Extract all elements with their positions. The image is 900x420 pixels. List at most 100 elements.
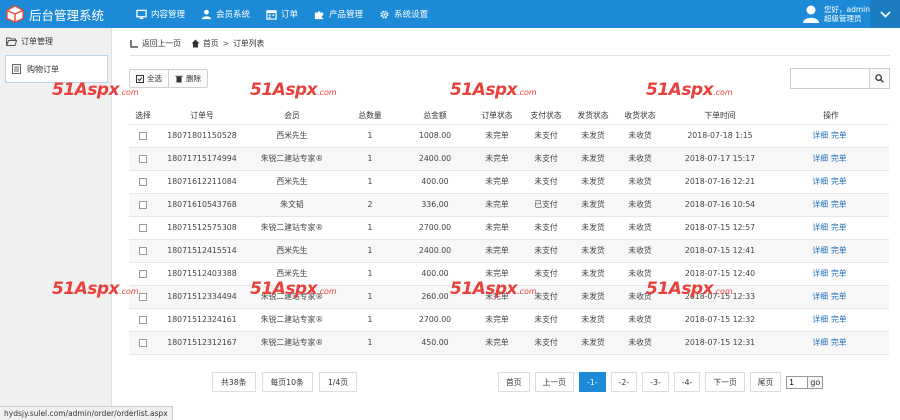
- ship-status: 未发货: [569, 285, 617, 309]
- menu-toggle-button[interactable]: [870, 0, 900, 28]
- detail-link[interactable]: 详细: [812, 131, 828, 140]
- detail-link[interactable]: 详细: [812, 292, 828, 301]
- search-input[interactable]: [790, 68, 870, 89]
- row-checkbox[interactable]: [139, 201, 147, 209]
- order-status: 未完单: [471, 262, 523, 286]
- back-link[interactable]: 返回上一页: [142, 38, 181, 49]
- row-actions: 详细 完单: [773, 239, 889, 263]
- nav-item-label: 会员系统: [216, 10, 251, 20]
- sidebar-item-shopping-orders[interactable]: 购物订单: [5, 55, 108, 83]
- detail-link[interactable]: 详细: [812, 177, 828, 186]
- row-checkbox[interactable]: [139, 247, 147, 255]
- pay-status: 未支付: [523, 308, 569, 332]
- row-checkbox[interactable]: [139, 270, 147, 278]
- detail-link[interactable]: 详细: [812, 269, 828, 278]
- row-checkbox[interactable]: [139, 316, 147, 324]
- col-receive-status: 收货状态: [617, 107, 663, 125]
- breadcrumb-home[interactable]: 首页: [203, 38, 219, 49]
- row-checkbox[interactable]: [139, 155, 147, 163]
- brand[interactable]: 后台管理系统: [0, 0, 118, 28]
- sidebar-group-orders[interactable]: 订单管理: [0, 28, 111, 54]
- order-no: 18071512324161: [157, 308, 243, 332]
- nav-item-label: 订单: [281, 10, 299, 20]
- complete-link[interactable]: 完单: [831, 223, 847, 232]
- order-time: 2018-07-15 12:32: [663, 308, 773, 332]
- detail-link[interactable]: 详细: [812, 338, 828, 347]
- member-name: 朱锐二建站专家®: [243, 147, 341, 171]
- page-3-button[interactable]: -3-: [642, 372, 669, 392]
- nav-item-products[interactable]: 产品管理: [306, 0, 371, 28]
- detail-link[interactable]: 详细: [812, 200, 828, 209]
- row-checkbox[interactable]: [139, 224, 147, 232]
- nav-item-members[interactable]: 会员系统: [193, 0, 258, 28]
- user-info[interactable]: 您好，admin 超级管理员: [802, 0, 870, 28]
- quantity: 1: [341, 308, 399, 332]
- col-actions: 操作: [773, 107, 889, 125]
- page-of: 1/4页: [318, 372, 358, 392]
- table-row: 18071512415514 西米先生 1 2400.00 未完单 未支付 未发货 未收货 20…: [129, 239, 889, 263]
- receive-status: 未收货: [617, 239, 663, 263]
- order-status: 未完单: [471, 193, 523, 217]
- quantity: 2: [341, 193, 399, 217]
- detail-link[interactable]: 详细: [812, 154, 828, 163]
- page-4-button[interactable]: -4-: [673, 372, 701, 392]
- order-status: 未完单: [471, 239, 523, 263]
- table-body: 18071801150528 西米先生 1 1008.00 未完单 未支付 未发货 未收货 20…: [129, 124, 889, 355]
- table-row: 18071512312167 朱锐二建站专家® 1 450.00 未完单 未支付 未发货 未收…: [129, 331, 889, 355]
- ship-status: 未发货: [569, 216, 617, 240]
- receive-status: 未收货: [617, 170, 663, 194]
- complete-link[interactable]: 完单: [831, 338, 847, 347]
- detail-link[interactable]: 详细: [812, 246, 828, 255]
- row-checkbox[interactable]: [139, 178, 147, 186]
- detail-link[interactable]: 详细: [812, 315, 828, 324]
- row-actions: 详细 完单: [773, 147, 889, 171]
- row-select-cell: [129, 285, 157, 309]
- order-time: 2018-07-15 12:41: [663, 239, 773, 263]
- go-button[interactable]: go: [808, 375, 824, 389]
- amount: 2700.00: [399, 216, 471, 240]
- detail-link[interactable]: 详细: [812, 223, 828, 232]
- page-last-button[interactable]: 尾页: [749, 372, 782, 392]
- member-name: 朱锐二建站专家®: [243, 331, 341, 355]
- search-button[interactable]: [870, 68, 890, 89]
- row-select-cell: [129, 147, 157, 171]
- amount: 2400.00: [399, 147, 471, 171]
- complete-link[interactable]: 完单: [831, 177, 847, 186]
- nav-item-orders[interactable]: 订单: [258, 0, 306, 28]
- page-1-button[interactable]: -1-: [578, 372, 606, 392]
- complete-link[interactable]: 完单: [831, 246, 847, 255]
- nav-item-content[interactable]: 内容管理: [128, 0, 193, 28]
- row-checkbox[interactable]: [139, 339, 147, 347]
- goto-page-input[interactable]: [786, 375, 809, 389]
- row-checkbox[interactable]: [139, 293, 147, 301]
- trash-icon: [175, 75, 183, 82]
- page-next-button[interactable]: 下一页: [705, 372, 745, 392]
- select-all-button[interactable]: 全选: [130, 70, 168, 87]
- order-status: 未完单: [471, 124, 523, 148]
- amount: 400.00: [399, 170, 471, 194]
- order-time: 2018-07-15 12:57: [663, 216, 773, 240]
- page-prev-button[interactable]: 上一页: [534, 372, 574, 392]
- table-row: 18071512334494 朱锐二建站专家® 1 260.00 未完单 未支付 未发货 未收…: [129, 285, 889, 309]
- pay-status: 未支付: [523, 216, 569, 240]
- complete-link[interactable]: 完单: [831, 315, 847, 324]
- nav-item-settings[interactable]: 系统设置: [371, 0, 436, 28]
- table-row: 18071610543768 朱文韬 2 336.00 未完单 已支付 未发货 未收货 2018…: [129, 193, 889, 217]
- complete-link[interactable]: 完单: [831, 292, 847, 301]
- receive-status: 未收货: [617, 193, 663, 217]
- delete-button[interactable]: 删除: [168, 70, 207, 87]
- complete-link[interactable]: 完单: [831, 269, 847, 278]
- row-checkbox[interactable]: [139, 132, 147, 140]
- page-first-button[interactable]: 首页: [498, 372, 530, 392]
- nav-item-label: 内容管理: [151, 10, 186, 20]
- row-actions: 详细 完单: [773, 193, 889, 217]
- complete-link[interactable]: 完单: [831, 200, 847, 209]
- member-name: 西米先生: [243, 262, 341, 286]
- order-time: 2018-07-16 10:54: [663, 193, 773, 217]
- order-no: 18071612211084: [157, 170, 243, 194]
- page-2-button[interactable]: -2-: [610, 372, 638, 392]
- order-time: 2018-07-16 12:21: [663, 170, 773, 194]
- complete-link[interactable]: 完单: [831, 131, 847, 140]
- complete-link[interactable]: 完单: [831, 154, 847, 163]
- order-status: 未完单: [471, 285, 523, 309]
